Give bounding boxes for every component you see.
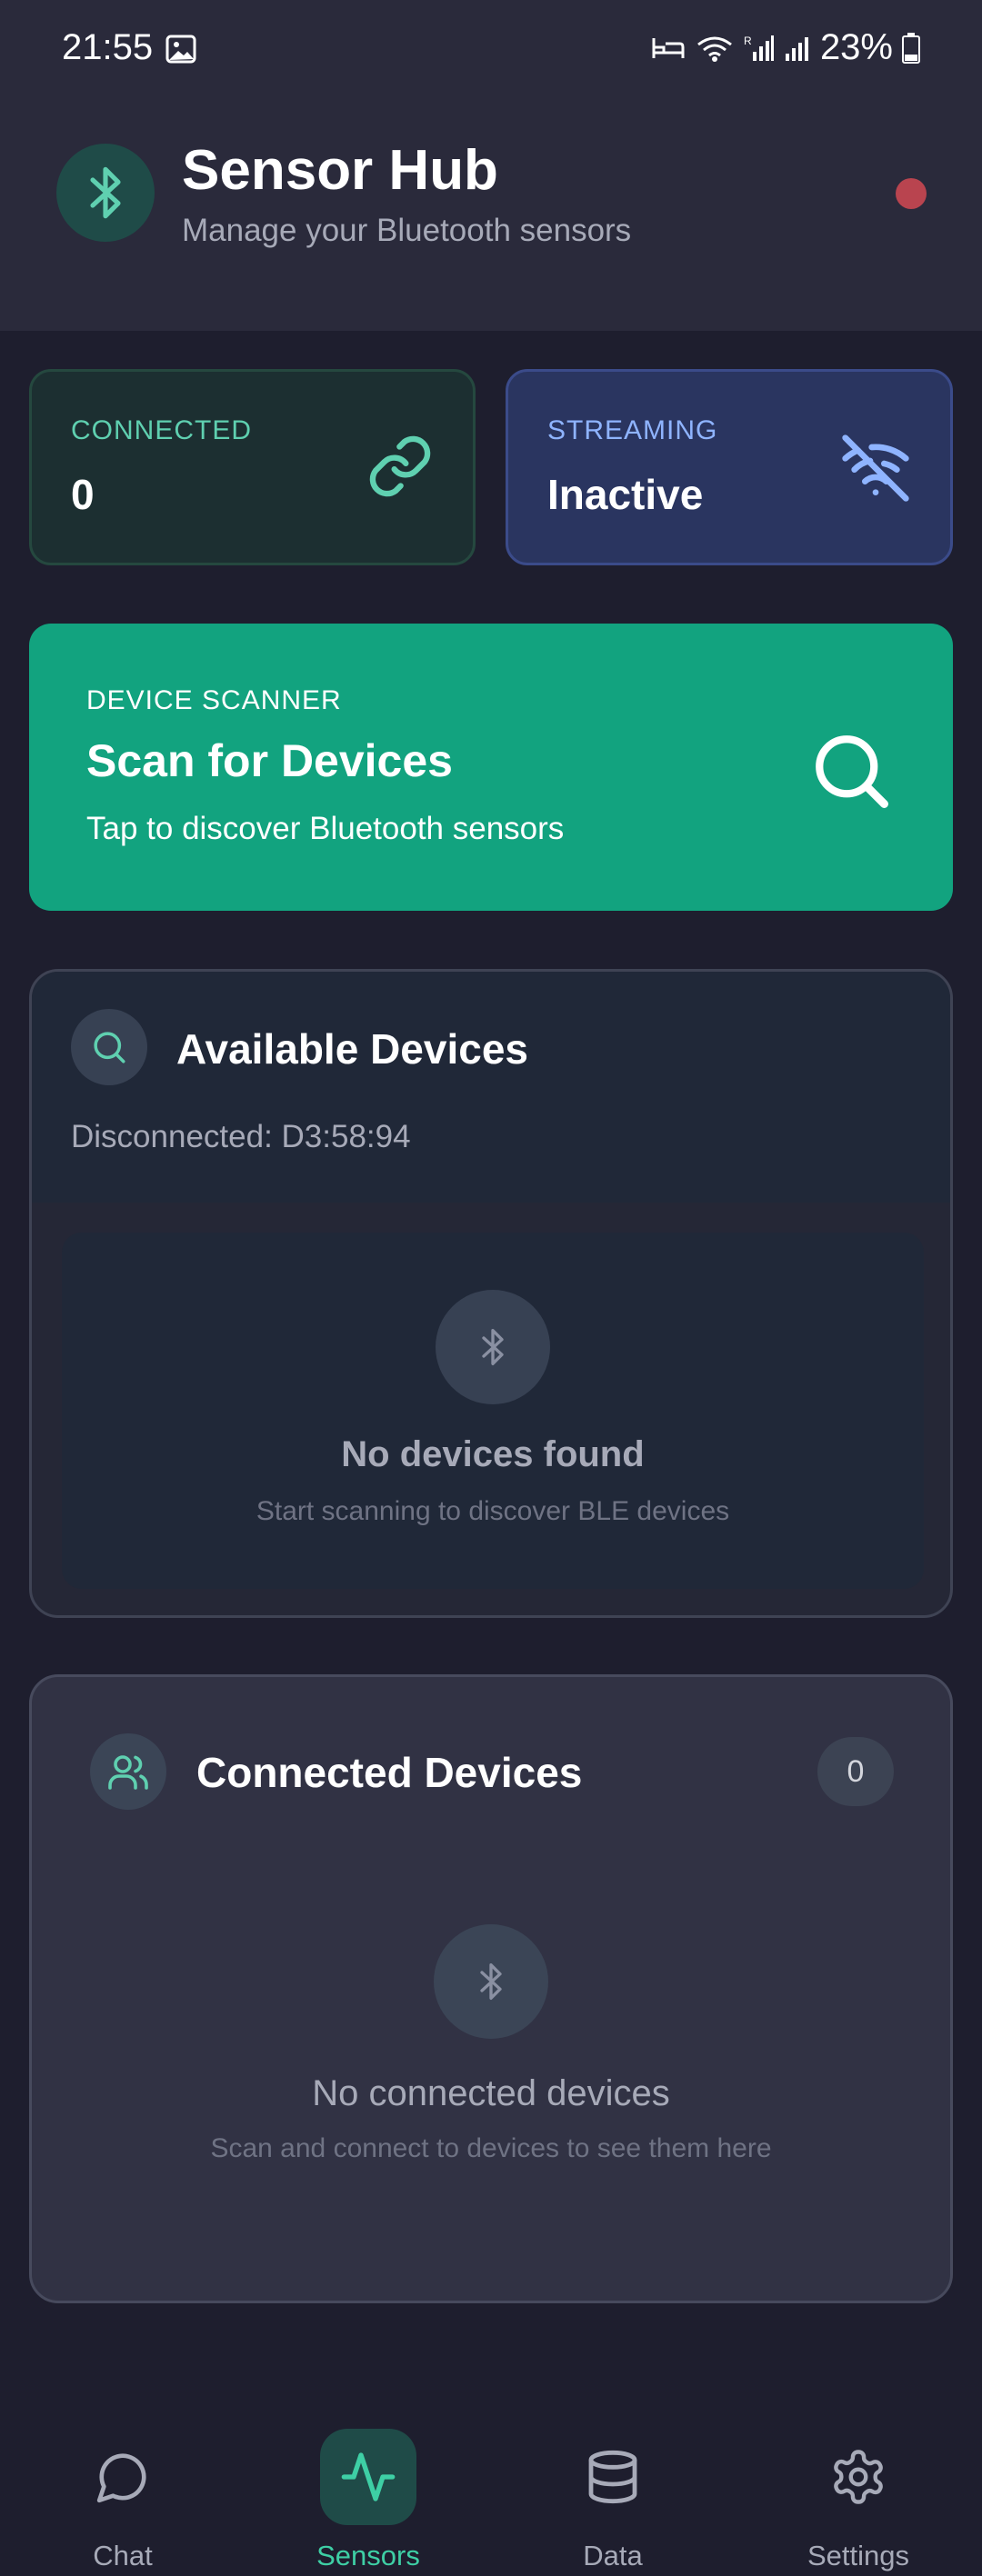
empty-title: No devices found	[341, 1434, 645, 1474]
available-devices-title: Available Devices	[176, 1025, 528, 1073]
scan-for-devices-button[interactable]: DEVICE SCANNER Scan for Devices Tap to d…	[29, 624, 953, 911]
wifi-off-icon	[839, 432, 912, 509]
users-icon	[90, 1733, 166, 1810]
sleep-icon	[651, 35, 686, 62]
activity-icon	[320, 2429, 416, 2525]
signal-r-icon: R	[744, 34, 775, 63]
page-subtitle: Manage your Bluetooth sensors	[182, 213, 632, 248]
empty-subtitle: Start scanning to discover BLE devices	[256, 1496, 730, 1526]
nav-label-sensors: Sensors	[316, 2540, 420, 2571]
scanner-subtitle: Tap to discover Bluetooth sensors	[86, 811, 565, 846]
nav-label-chat: Chat	[93, 2540, 153, 2571]
streaming-stat-card: STREAMING Inactive	[506, 369, 953, 565]
search-icon	[809, 729, 891, 815]
empty-subtitle: Scan and connect to devices to see them …	[210, 2133, 772, 2163]
link-icon	[366, 432, 435, 505]
nav-item-data[interactable]: Data	[531, 2391, 695, 2576]
bluetooth-icon	[434, 1924, 548, 2039]
page-title: Sensor Hub	[182, 139, 498, 202]
connection-status-dot	[896, 178, 927, 209]
connected-label: CONNECTED	[71, 415, 253, 445]
available-devices-section: Available Devices Disconnected: D3:58:94…	[29, 969, 953, 1618]
battery-icon	[902, 32, 920, 64]
connected-count-badge: 0	[817, 1737, 894, 1806]
database-icon	[565, 2429, 661, 2525]
svg-text:R: R	[744, 35, 752, 47]
signal-icon	[784, 34, 811, 63]
scanner-title: Scan for Devices	[86, 735, 453, 786]
bluetooth-icon	[56, 144, 155, 242]
chat-icon	[75, 2429, 171, 2525]
nav-label-settings: Settings	[807, 2540, 909, 2571]
available-devices-empty-state: No devices found Start scanning to disco…	[62, 1233, 924, 1589]
connected-stat-card: CONNECTED 0	[29, 369, 476, 565]
nav-label-data: Data	[583, 2540, 643, 2571]
streaming-label: STREAMING	[547, 415, 718, 445]
photo-icon	[165, 35, 196, 64]
status-icons: R 23%	[651, 27, 920, 68]
empty-title: No connected devices	[312, 2073, 670, 2113]
wifi-icon	[695, 34, 735, 63]
connected-value: 0	[71, 471, 95, 518]
available-devices-header: Available Devices Disconnected: D3:58:94	[32, 972, 950, 1203]
connected-devices-section: Connected Devices 0 No connected devices…	[29, 1674, 953, 2303]
app-header: Sensor Hub Manage your Bluetooth sensors	[0, 100, 982, 331]
streaming-value: Inactive	[547, 471, 704, 518]
connected-devices-title: Connected Devices	[196, 1749, 583, 1796]
nav-item-chat[interactable]: Chat	[41, 2391, 205, 2576]
search-icon	[71, 1009, 147, 1085]
nav-item-settings[interactable]: Settings	[777, 2391, 940, 2576]
settings-icon	[810, 2429, 907, 2525]
bluetooth-icon	[436, 1290, 550, 1404]
connection-status-text: Disconnected: D3:58:94	[71, 1119, 411, 1154]
battery-text: 23%	[819, 27, 893, 67]
status-time: 21:55	[62, 27, 154, 67]
bottom-navigation: Chat Sensors Data Settings	[0, 2391, 982, 2576]
scanner-kicker: DEVICE SCANNER	[86, 685, 342, 715]
nav-item-sensors[interactable]: Sensors	[286, 2391, 450, 2576]
status-bar: 21:55 R 23%	[0, 0, 982, 100]
